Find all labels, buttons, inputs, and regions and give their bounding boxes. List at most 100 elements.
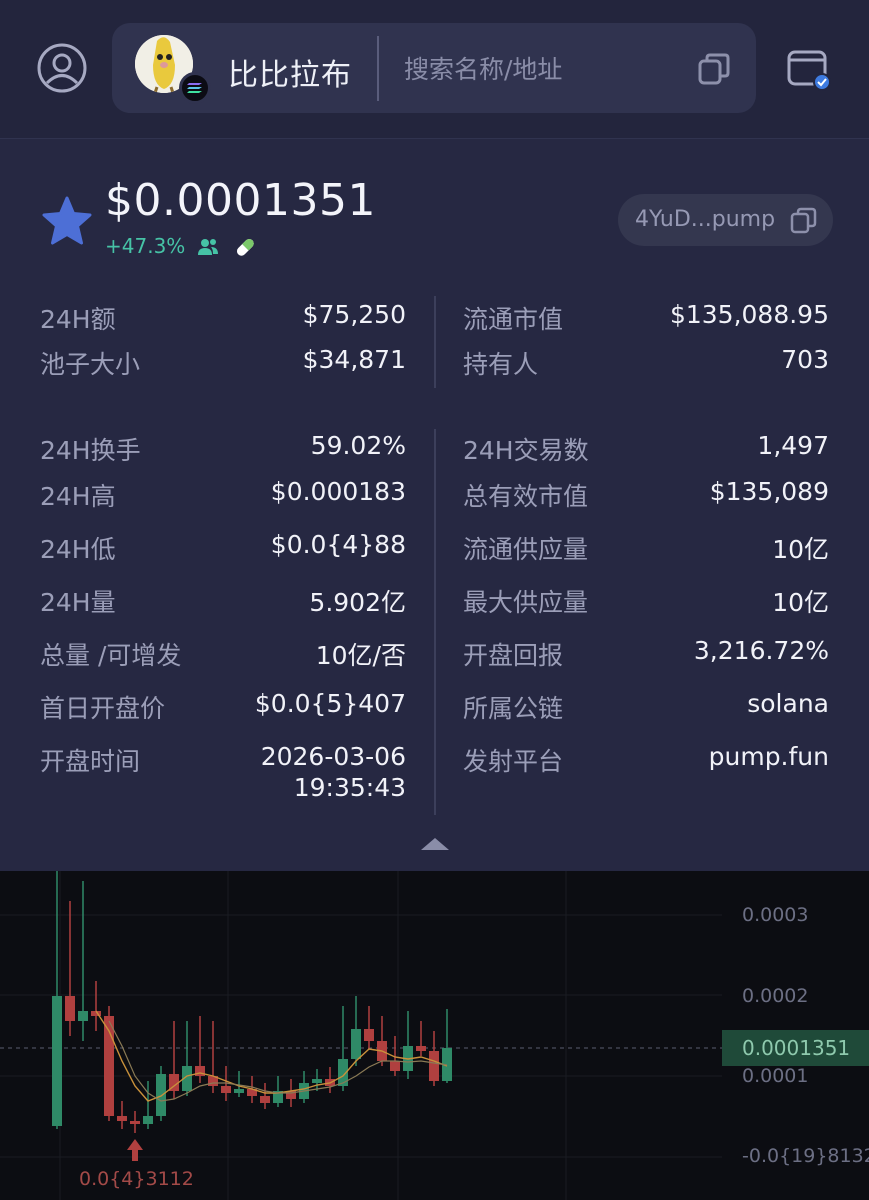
stat-value: 2026-03-06 [260,742,406,771]
top-bar: 比比拉布 [0,0,869,139]
stat-value: $75,250 [302,300,406,329]
stat-value: $0.000183 [270,477,406,506]
candle-body [52,996,62,1126]
stat-label: 首日开盘价 [40,694,166,723]
holders-icon[interactable] [196,235,220,259]
candles [52,871,452,1133]
candle-body [351,1029,361,1059]
stat-row: 总有效市值 $135,089 [463,477,829,511]
stat-label: 总有效市值 [463,482,589,511]
token-price: $0.0001351 [105,175,376,226]
stat-row: 最大供应量 10亿 [463,583,829,617]
y-tick-label: 0.0001 [742,1065,809,1087]
stat-value: pump.fun [708,742,829,771]
stat-row: 24H量 5.902亿 [40,583,406,617]
stat-row: 24H高 $0.000183 [40,477,406,511]
pill-icon[interactable] [233,235,257,259]
copy-icon[interactable] [696,51,732,87]
stat-value: $135,088.95 [669,300,829,329]
candle-body [65,996,75,1021]
token-name: 比比拉布 [228,58,352,93]
stats-divider [434,429,436,815]
stat-value: $135,089 [709,477,829,506]
stat-row: 开盘时间 2026-03-06 19:35:43 [40,742,406,806]
stat-row: 24H低 $0.0{4}88 [40,530,406,564]
stat-label: 24H高 [40,482,116,511]
stat-value: 59.02% [310,431,406,460]
contract-address: 4YuD...pump [635,207,776,232]
search-divider [377,36,379,101]
stat-label: 24H量 [40,588,116,617]
contract-address-chip[interactable]: 4YuD...pump [618,194,833,246]
y-tick-label: 0.0002 [742,985,809,1007]
stat-label: 发射平台 [463,747,564,776]
stat-label: 开盘回报 [463,641,564,670]
low-point-label: 0.0{4}3112 [79,1168,194,1190]
candle-body [312,1079,322,1083]
search-input[interactable] [402,48,666,90]
token-search-bar[interactable]: 比比拉布 [112,23,756,113]
stat-row: 总量 /可增发 10亿/否 [40,636,406,670]
token-info-panel: $0.0001351 +47.3% 4YuD...pump 24H额 $75,2… [0,139,869,871]
candle-body [156,1074,166,1116]
stat-value: solana [747,689,829,718]
stat-label: 流通供应量 [463,535,589,564]
stat-row: 开盘回报 3,216.72% [463,636,829,670]
price-chart[interactable]: 0.0003 0.0002 0.0001 0.0001351 -0.0{19}8… [0,871,869,1200]
stat-row: 池子大小 $34,871 [40,345,406,379]
stat-row: 持有人 703 [463,345,829,379]
stat-label: 持有人 [463,350,539,379]
stat-value: 10亿 [772,535,829,564]
candle-body [130,1121,140,1124]
stat-row: 24H额 $75,250 [40,300,406,334]
stat-value: $0.0{5}407 [254,689,406,718]
wallet-icon[interactable] [786,46,832,92]
stat-value: 1,497 [757,431,829,460]
stat-label: 开盘时间 [40,747,141,776]
current-price-tag: 0.0001351 [722,1030,869,1066]
stat-label: 总量 /可增发 [40,641,182,670]
current-price-value: 0.0001351 [742,1036,851,1060]
candle-body [429,1051,439,1081]
stat-row: 流通市值 $135,088.95 [463,300,829,334]
stat-value: $0.0{4}88 [270,530,406,559]
candle-body [78,1011,88,1021]
stat-value: 3,216.72% [693,636,829,665]
stat-row: 24H交易数 1,497 [463,431,829,465]
stat-value-line2: 19:35:43 [293,773,406,802]
stat-row: 首日开盘价 $0.0{5}407 [40,689,406,723]
low-point-arrow-icon [127,1139,143,1161]
candle-body [117,1116,127,1121]
solana-chain-icon [179,72,211,104]
stat-value: 10亿/否 [315,641,406,670]
stat-label: 池子大小 [40,350,141,379]
candle-body [234,1089,244,1093]
stats-divider [434,296,436,388]
stat-label: 24H额 [40,305,116,334]
stat-label: 24H换手 [40,436,141,465]
profile-icon[interactable] [36,42,88,94]
favorite-star-icon[interactable] [40,195,94,249]
price-change: +47.3% [105,234,186,258]
stat-label: 24H低 [40,535,116,564]
stat-value: 703 [781,345,829,374]
collapse-arrow-icon[interactable] [419,836,451,852]
candle-body [390,1061,400,1071]
stat-row: 所属公链 solana [463,689,829,723]
candle-body [143,1116,153,1124]
candle-body [364,1029,374,1041]
stat-value: $34,871 [302,345,406,374]
stat-row: 发射平台 pump.fun [463,742,829,776]
candle-body [416,1046,426,1051]
candle-body [260,1096,270,1103]
y-min-label: -0.0{19}8132 [742,1145,869,1167]
stat-value: 5.902亿 [309,588,406,617]
stat-row: 24H换手 59.02% [40,431,406,465]
copy-address-icon[interactable] [790,207,817,234]
stat-label: 所属公链 [463,694,564,723]
stat-value: 10亿 [772,588,829,617]
stat-label: 24H交易数 [463,436,589,465]
stat-label: 流通市值 [463,305,564,334]
candle-body [221,1086,231,1093]
y-tick-label: 0.0003 [742,904,809,926]
